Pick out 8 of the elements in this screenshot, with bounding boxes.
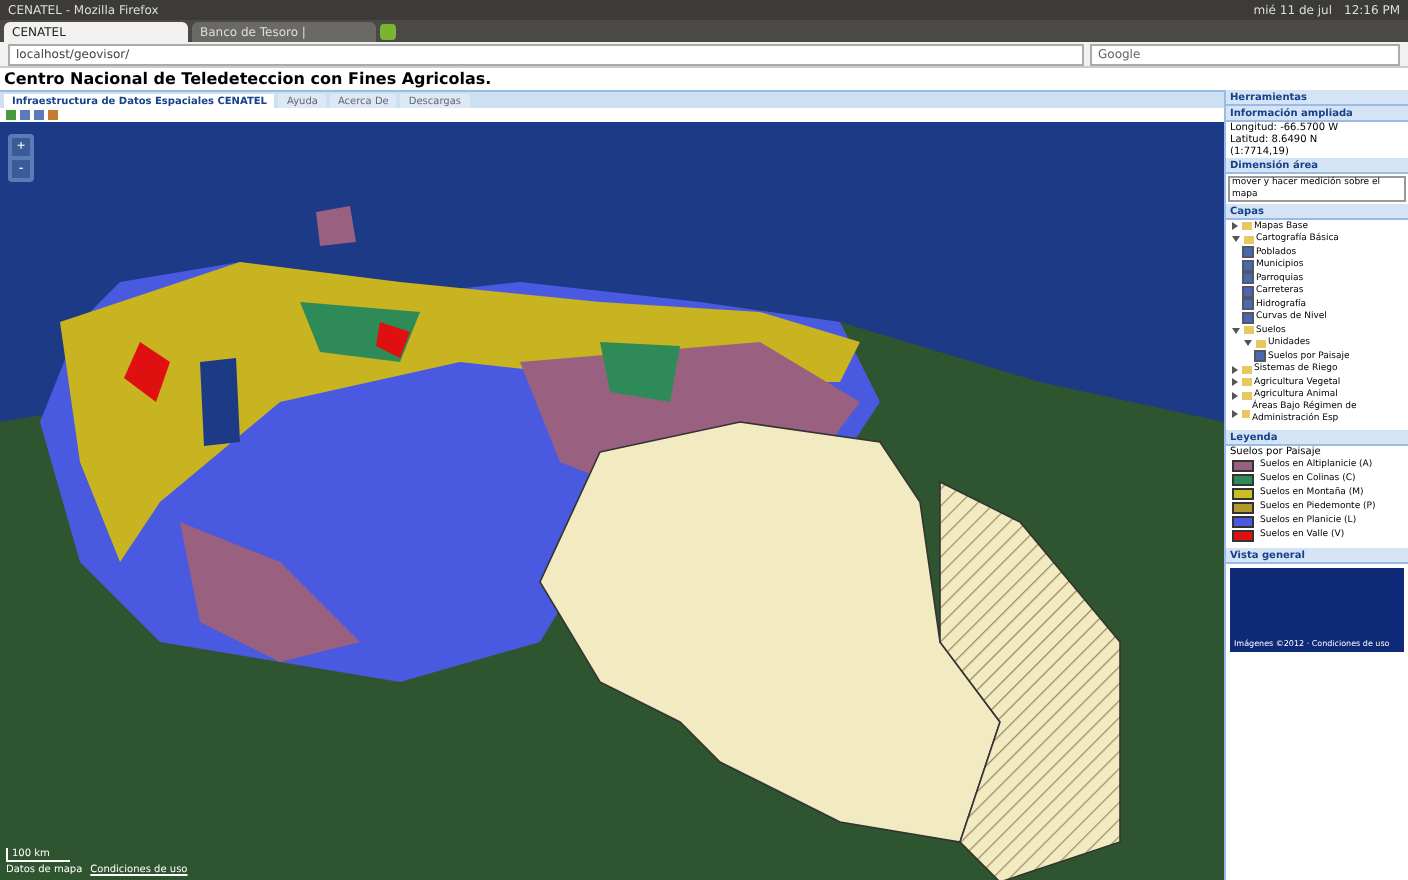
checkbox[interactable]: [1254, 350, 1266, 363]
checkbox[interactable]: [1242, 298, 1254, 311]
checkbox[interactable]: [1242, 246, 1254, 259]
checkbox[interactable]: [1242, 272, 1254, 285]
checkbox[interactable]: [1242, 259, 1254, 272]
checkbox[interactable]: [1242, 285, 1254, 298]
page-title: Centro Nacional de Teledeteccion con Fines Agricolas.: [2, 68, 494, 90]
checkbox[interactable]: [1242, 311, 1254, 324]
